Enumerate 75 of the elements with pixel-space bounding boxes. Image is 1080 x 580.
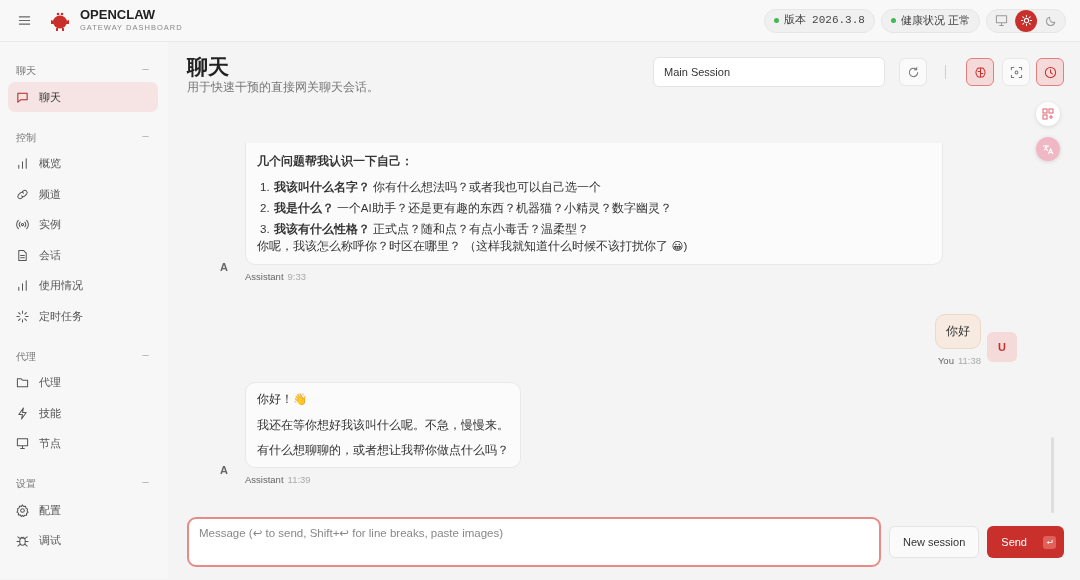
page-subtitle: 用于快速干预的直接网关聊天会话。: [187, 80, 379, 96]
bar-chart-icon: [16, 279, 29, 292]
sidebar-item[interactable]: 代理: [8, 367, 158, 398]
message-input[interactable]: Message (↩ to send, Shift+↩ for line breaks, paste images): [187, 517, 881, 567]
sidebar-group-label: 控制: [16, 130, 36, 145]
sidebar-item[interactable]: 聊天: [8, 82, 158, 112]
page-title: 聊天: [187, 54, 230, 80]
enter-key-icon: [1043, 535, 1056, 549]
avatar: U: [987, 332, 1017, 363]
refresh-button[interactable]: [899, 58, 927, 86]
theme-button[interactable]: [1015, 9, 1037, 32]
sidebar-item[interactable]: 技能: [8, 398, 158, 428]
pill-text: 健康状况 正常: [900, 13, 970, 29]
sidebar-item[interactable]: 使用情况: [8, 270, 158, 301]
new-session-button[interactable]: New session: [888, 526, 980, 558]
message-author: Assistant: [245, 474, 284, 486]
sidebar-group-label: 代理: [16, 349, 36, 364]
focus-button[interactable]: [1002, 58, 1030, 86]
message-time: 11:39: [287, 474, 311, 486]
link-icon: [16, 187, 29, 201]
send-button[interactable]: Send: [987, 526, 1064, 558]
message-author: You: [937, 355, 954, 367]
avatar: A: [219, 463, 229, 479]
list-item-text: 我该有什么性格？ 正式点？随和点？有点小毒舌？温柔型？: [273, 221, 589, 238]
brand-title: OPENCLAW: [80, 7, 157, 22]
app-grid-icon[interactable]: [1036, 102, 1060, 127]
brain-button[interactable]: [966, 58, 994, 86]
message-author: Assistant: [245, 270, 284, 282]
avatar: A: [219, 259, 229, 275]
message-heading: 几个问题帮我认识一下自己：: [257, 154, 414, 170]
clock-icon: [1043, 65, 1057, 79]
bar-chart-icon: [16, 157, 29, 170]
sidebar-item[interactable]: 概览: [8, 148, 158, 179]
message-text: 你好！👋: [257, 392, 308, 408]
message-text: 有什么想聊聊的，或者想让我帮你做点什么吗？: [257, 442, 509, 458]
document-icon: [16, 248, 29, 262]
session-field[interactable]: Main Session: [653, 57, 885, 87]
message-time: 11:38: [957, 355, 981, 367]
settings-icon: [16, 503, 29, 517]
list-marker: 2.: [260, 200, 270, 216]
list-marker: 3.: [260, 222, 270, 238]
message-text: 你好: [946, 323, 970, 339]
list-item-text: 我该叫什么名字？ 你有什么想法吗？或者我也可以自己选一个: [273, 179, 601, 195]
toolbar-separator: [945, 65, 946, 79]
bug-icon: [16, 534, 29, 547]
lightning-icon: [16, 406, 29, 420]
sidebar-group-label: 设置: [16, 477, 36, 491]
brain-icon: [973, 65, 987, 79]
chat-icon: [16, 90, 29, 104]
menu-icon[interactable]: [18, 14, 31, 27]
sidebar-item[interactable]: 调试: [8, 525, 158, 556]
sidebar-item[interactable]: 会话: [8, 240, 158, 270]
folder-icon: [16, 376, 29, 389]
sidebar-group-label: 聊天: [16, 64, 36, 78]
sidebar-item[interactable]: 实例: [8, 209, 158, 240]
sun-icon: [1019, 14, 1033, 27]
loader-icon: [16, 309, 29, 323]
moon-icon: [1044, 14, 1058, 27]
list-marker: 1.: [260, 179, 270, 195]
focus-icon: [1009, 65, 1023, 79]
sidebar-item[interactable]: 配置: [8, 495, 158, 525]
sidebar-item[interactable]: 频道: [8, 179, 158, 209]
message-time: 9:33: [287, 270, 307, 282]
sidebar-item[interactable]: 定时任务: [8, 301, 158, 331]
translate-icon[interactable]: [1036, 137, 1060, 162]
monitor-icon: [16, 437, 29, 450]
list-item-text: 我是什么？ 一个AI助手？还是更有趣的东西？机器猫？小精灵？数字幽灵？: [273, 200, 672, 216]
broadcast-icon: [16, 218, 29, 231]
pill-text: 版本 2026.3.8: [783, 13, 865, 29]
monitor-icon: [994, 14, 1008, 27]
message-text: 你呢，我该怎么称呼你？时区在哪里？ （这样我就知道什么时候不该打扰你了 😀): [257, 239, 689, 255]
clock-button[interactable]: [1036, 58, 1064, 86]
refresh-icon: [906, 65, 920, 79]
message-text: 我还在等你想好我该叫什么呢。不急，慢慢来。: [257, 417, 509, 433]
sidebar-item[interactable]: 节点: [8, 428, 158, 459]
